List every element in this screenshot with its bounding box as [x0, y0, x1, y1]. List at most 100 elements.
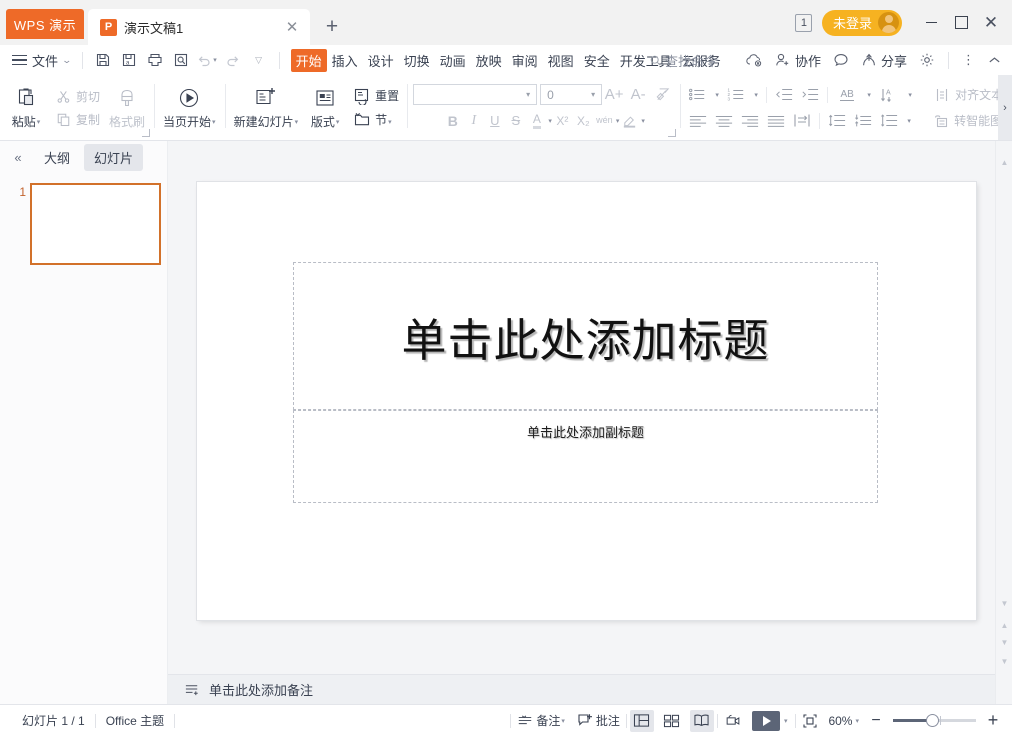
align-text-direction-icon[interactable]: A — [875, 83, 903, 107]
align-justify-icon[interactable] — [763, 109, 789, 133]
scroll-down-arrow-icon[interactable]: ▼ — [996, 596, 1012, 610]
font-size-combo[interactable]: 0 ▾ — [540, 84, 603, 105]
vertical-scrollbar[interactable]: ▲ ▼ ▲ ▼ ▼ — [995, 141, 1012, 704]
line-spacing-icon[interactable] — [824, 109, 850, 133]
align-right-icon[interactable] — [737, 109, 763, 133]
convert-to-smartart-button[interactable]: 转智能图 — [925, 109, 1005, 133]
cut-button[interactable]: 剪切 — [48, 85, 104, 108]
login-status-button[interactable]: 未登录 — [821, 9, 902, 36]
previous-slide-icon[interactable]: ▲ — [996, 618, 1012, 632]
slideshow-dropdown-icon[interactable]: ▾ — [784, 717, 788, 725]
line-height-dropdown-icon[interactable]: ▾ — [902, 109, 915, 133]
more-options-button[interactable]: ⋮ — [956, 53, 981, 66]
scroll-up-arrow-icon[interactable]: ▲ — [996, 155, 1012, 169]
section-button[interactable]: 节▾ — [347, 108, 403, 132]
fit-to-window-button[interactable] — [796, 713, 824, 729]
text-highlight-icon[interactable] — [619, 109, 640, 133]
save-as-icon[interactable]: a — [116, 47, 142, 73]
ribbon-tab-home[interactable]: 开始 — [290, 48, 327, 72]
redo-icon[interactable] — [220, 47, 246, 73]
tab-outline[interactable]: 大纲 — [34, 144, 80, 171]
notes-dropdown-icon[interactable]: ▾ — [561, 717, 565, 725]
subscript-icon[interactable]: X₂ — [573, 109, 594, 133]
zoom-in-button[interactable]: + — [982, 710, 1004, 731]
bold-icon[interactable]: B — [442, 109, 463, 133]
line-height-icon[interactable] — [876, 109, 902, 133]
pinyin-guide-icon[interactable]: wén — [594, 109, 615, 133]
settings-button[interactable] — [913, 52, 941, 68]
ribbon-tab-security[interactable]: 安全 — [579, 49, 615, 72]
ribbon-tab-view[interactable]: 视图 — [543, 49, 579, 72]
slide-sorter-button[interactable] — [660, 710, 684, 732]
normal-view-button[interactable] — [629, 709, 654, 732]
file-menu-button[interactable]: 文件 ⌄ — [8, 51, 75, 70]
zoom-level-label[interactable]: 60% — [824, 714, 854, 728]
search-command-box[interactable]: 查找命令 — [649, 51, 717, 70]
new-tab-icon[interactable]: + — [320, 15, 344, 39]
paste-button[interactable]: 粘贴 ▾ — [4, 82, 48, 133]
customize-quick-access-icon[interactable]: ▽ — [246, 47, 272, 73]
ribbon-tab-insert[interactable]: 插入 — [327, 49, 363, 72]
text-direction-dropdown-icon[interactable]: ▾ — [862, 83, 875, 107]
collapse-panel-icon[interactable]: « — [6, 150, 30, 165]
decrease-font-size-icon[interactable]: A- — [626, 83, 650, 107]
close-tab-icon[interactable]: ✕ — [282, 18, 302, 36]
clipboard-dialog-launcher[interactable] — [142, 129, 151, 137]
increase-indent-icon[interactable] — [797, 83, 823, 107]
bullets-icon[interactable] — [684, 83, 710, 107]
start-slideshow-button[interactable] — [751, 710, 780, 731]
document-tab[interactable]: P 演示文稿1 ✕ — [88, 9, 310, 45]
font-dialog-launcher[interactable] — [668, 129, 677, 137]
wps-app-badge[interactable]: WPS 演示 — [6, 9, 84, 39]
collapse-ribbon-button[interactable] — [981, 54, 1008, 66]
comment-toggle-button[interactable]: 批注 — [571, 712, 626, 729]
increase-font-size-icon[interactable]: A+ — [602, 83, 626, 107]
align-center-icon[interactable] — [711, 109, 737, 133]
ribbon-tab-transition[interactable]: 切换 — [399, 49, 435, 72]
print-icon[interactable] — [142, 47, 168, 73]
distribute-text-icon[interactable] — [789, 109, 815, 133]
slide-thumbnail-1[interactable] — [30, 183, 161, 265]
document-count-badge[interactable]: 1 — [794, 13, 812, 32]
notes-pane[interactable]: 单击此处添加备注 — [168, 674, 995, 704]
ribbon-tab-review[interactable]: 审阅 — [507, 49, 543, 72]
underline-icon[interactable]: U — [484, 109, 505, 133]
reading-view-button[interactable] — [689, 709, 714, 732]
copy-button[interactable]: 复制 — [48, 108, 104, 131]
scroll-bottom-icon[interactable]: ▼ — [996, 654, 1012, 668]
bullets-dropdown-icon[interactable]: ▾ — [710, 83, 723, 107]
font-color-icon[interactable]: A — [526, 109, 547, 133]
align-text-button[interactable]: 对齐文本 — [926, 83, 1006, 107]
next-slide-icon[interactable]: ▼ — [996, 635, 1012, 649]
notes-toggle-button[interactable]: 备注 ▾ — [511, 712, 571, 729]
zoom-slider-track[interactable] — [893, 714, 976, 727]
align-left-icon[interactable] — [685, 109, 711, 133]
comment-button[interactable] — [827, 52, 855, 68]
ribbon-tab-slideshow[interactable]: 放映 — [471, 49, 507, 72]
zoom-dropdown-icon[interactable]: ▾ — [855, 717, 859, 725]
slide-counter[interactable]: 幻灯片 1 / 1 — [12, 712, 95, 729]
decrease-indent-icon[interactable] — [771, 83, 797, 107]
superscript-icon[interactable]: X² — [552, 109, 573, 133]
reset-button[interactable]: 重置 — [347, 84, 403, 108]
title-placeholder[interactable]: 单击此处添加标题 — [293, 262, 878, 410]
undo-icon[interactable]: ▾ — [194, 47, 220, 73]
format-painter-button[interactable]: 格式刷 — [104, 82, 150, 133]
collaborate-button[interactable]: 协作 — [769, 51, 827, 70]
font-name-combo[interactable]: ▾ — [413, 84, 538, 105]
italic-icon[interactable]: I — [463, 109, 484, 133]
paragraph-spacing-icon[interactable] — [850, 109, 876, 133]
numbering-dropdown-icon[interactable]: ▾ — [749, 83, 762, 107]
close-window-button[interactable]: ✕ — [976, 0, 1006, 45]
zoom-out-button[interactable]: − — [865, 712, 887, 730]
ribbon-scroll-right-button[interactable]: › — [998, 75, 1012, 140]
slide-canvas[interactable]: 单击此处添加标题 单击此处添加副标题 — [197, 182, 976, 620]
align-text-direction-dropdown-icon[interactable]: ▾ — [903, 83, 916, 107]
start-from-current-button[interactable]: 当页开始 ▾ — [158, 82, 221, 133]
highlight-dropdown-icon[interactable]: ▾ — [641, 117, 645, 125]
layout-button[interactable]: 版式 ▾ — [303, 82, 347, 133]
undo-dropdown-icon[interactable]: ▾ — [213, 56, 217, 64]
zoom-slider-handle[interactable] — [926, 714, 939, 727]
record-presentation-button[interactable] — [718, 713, 748, 729]
tab-slides[interactable]: 幻灯片 — [84, 143, 144, 171]
